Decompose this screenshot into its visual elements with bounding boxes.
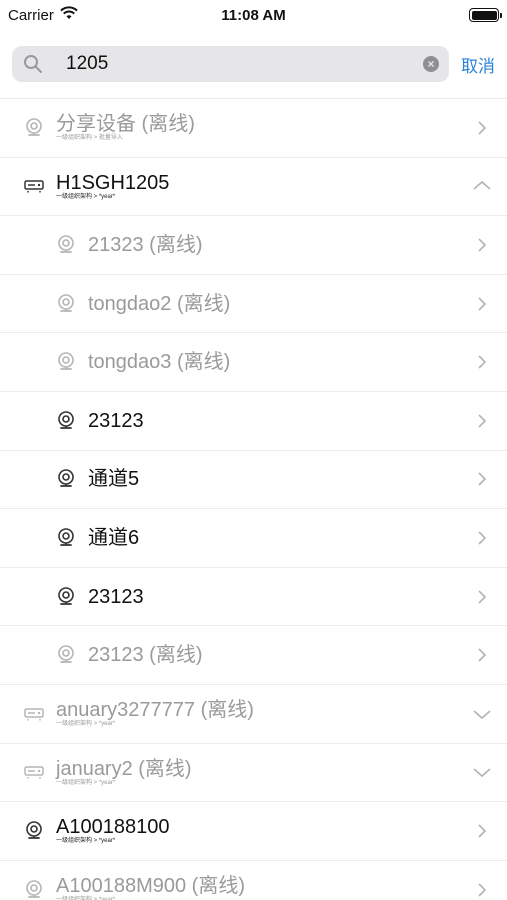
status-bar: Carrier 11:08 AM <box>0 0 507 30</box>
chevron-right-icon[interactable] <box>475 297 489 311</box>
device-row[interactable]: 分享设备 (离线) 一级组织架构 > 批量导入 <box>0 99 507 158</box>
chevron-right-icon[interactable] <box>475 238 489 252</box>
row-title: tongdao2 (离线) <box>88 292 231 315</box>
row-title: tongdao3 (离线) <box>88 351 231 374</box>
camera-icon <box>24 117 44 138</box>
row-subtitle: 一级组织架构 > *year* <box>56 721 116 728</box>
row-title: january2 (离线) <box>56 757 192 780</box>
row-text: 23123 <box>88 586 144 608</box>
row-text: 分享设备 (离线) 一级组织架构 > 批量导入 <box>56 113 195 142</box>
row-text: tongdao3 (离线) <box>88 351 230 373</box>
row-title: 分享设备 (离线) <box>56 113 195 136</box>
search-query-text: 1205 <box>66 53 109 74</box>
row-text: january2 (离线) 一级组织架构 > *year* <box>56 758 192 787</box>
camera-icon <box>24 821 44 841</box>
wifi-icon <box>60 6 78 24</box>
row-title: 通道6 <box>88 526 140 549</box>
chevron-down-icon[interactable] <box>473 707 491 721</box>
search-bar: 1205 × 取消 <box>0 30 507 98</box>
camera-icon <box>56 410 76 431</box>
nvr-icon <box>24 176 44 196</box>
search-icon <box>22 53 44 75</box>
camera-icon <box>24 879 44 900</box>
row-subtitle: 一级组织架构 > 批量导入 <box>56 135 123 142</box>
chevron-right-icon[interactable] <box>475 355 489 369</box>
camera-icon <box>56 469 76 489</box>
row-title: 21323 (离线) <box>88 233 203 256</box>
row-title: 通道5 <box>88 468 140 491</box>
row-title: 23123 <box>88 585 144 608</box>
row-title: A100188100 <box>56 816 170 839</box>
camera-icon <box>56 645 76 665</box>
clear-icon[interactable]: × <box>423 56 439 72</box>
row-title: 23123 <box>88 409 144 432</box>
camera-icon <box>56 235 76 255</box>
cancel-button[interactable]: 取消 <box>461 52 495 77</box>
row-subtitle: 一级组织架构 > *year* <box>56 838 116 845</box>
device-row[interactable]: anuary3277777 (离线) 一级组织架构 > *year* <box>0 685 507 744</box>
chevron-right-icon[interactable] <box>475 589 489 604</box>
row-text: 23123 (离线) <box>88 644 203 666</box>
camera-icon <box>56 528 76 548</box>
chevron-right-icon[interactable] <box>475 531 489 545</box>
row-text: tongdao2 (离线) <box>88 293 230 315</box>
channel-row[interactable]: tongdao3 (离线) <box>0 333 507 392</box>
row-text: anuary3277777 (离线) 一级组织架构 > *year* <box>56 699 254 728</box>
nvr-icon <box>24 762 44 782</box>
row-text: 通道5 <box>88 468 139 490</box>
chevron-right-icon[interactable] <box>475 648 489 662</box>
row-text: A100188M900 (离线)一级组织架构 > *year* <box>56 875 245 900</box>
battery-icon <box>469 8 502 22</box>
channel-row[interactable]: 23123 (离线) <box>0 626 507 685</box>
row-text: H1SGH1205 一级组织架构 > *year* <box>56 172 169 201</box>
device-row[interactable]: A100188100 一级组织架构 > *year* <box>0 802 507 861</box>
row-title: anuary3277777 (离线) <box>56 699 254 722</box>
chevron-right-icon[interactable] <box>475 414 489 428</box>
row-text: 23123 <box>88 410 144 432</box>
row-text: A100188100 一级组织架构 > *year* <box>56 816 169 845</box>
channel-row[interactable]: 通道6 <box>0 509 507 568</box>
row-title: H1SGH1205 <box>56 171 170 194</box>
camera-icon <box>56 293 76 314</box>
row-title: A100188M900 (离线) <box>56 875 245 898</box>
chevron-up-icon[interactable] <box>473 179 491 193</box>
chevron-down-icon[interactable] <box>473 765 491 779</box>
row-text: 通道6 <box>88 527 139 549</box>
channel-row[interactable]: 通道5 <box>0 451 507 510</box>
row-subtitle: 一级组织架构 > *year* <box>56 193 116 200</box>
result-list: 分享设备 (离线) 一级组织架构 > 批量导入 H1SGH1205 一级组织架构 >… <box>0 99 507 900</box>
chevron-right-icon[interactable] <box>475 824 489 838</box>
row-title: 23123 (离线) <box>88 644 203 667</box>
chevron-right-icon[interactable] <box>475 121 489 135</box>
search-input[interactable]: 1205 × <box>12 46 449 82</box>
device-row[interactable]: H1SGH1205 一级组织架构 > *year* <box>0 158 507 217</box>
carrier-label: Carrier <box>8 6 54 24</box>
chevron-right-icon[interactable] <box>475 472 489 486</box>
row-subtitle: 一级组织架构 > *year* <box>56 779 116 786</box>
channel-row[interactable]: tongdao2 (离线) <box>0 275 507 334</box>
nvr-icon <box>24 704 44 724</box>
camera-icon <box>56 586 76 607</box>
channel-row[interactable]: 23123 <box>0 392 507 451</box>
chevron-right-icon[interactable] <box>475 882 489 897</box>
device-row[interactable]: january2 (离线) 一级组织架构 > *year* <box>0 744 507 803</box>
channel-row[interactable]: 23123 <box>0 568 507 627</box>
device-row[interactable]: A100188M900 (离线)一级组织架构 > *year* <box>0 861 507 900</box>
channel-row[interactable]: 21323 (离线) <box>0 216 507 275</box>
row-text: 21323 (离线) <box>88 234 203 256</box>
camera-icon <box>56 352 76 372</box>
carrier-group: Carrier <box>8 6 78 24</box>
